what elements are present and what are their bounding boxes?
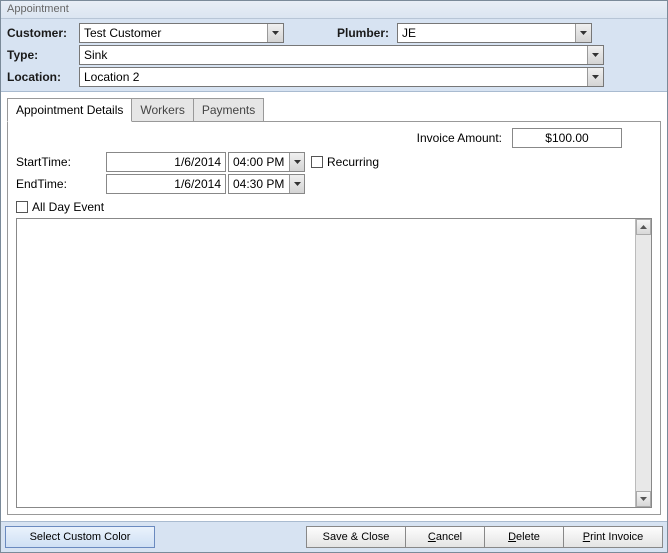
plumber-value: JE — [398, 24, 575, 42]
scroll-down-icon[interactable] — [636, 491, 651, 507]
start-time-label: StartTime: — [16, 155, 106, 169]
cancel-button[interactable]: Cancel — [405, 526, 485, 548]
window-title: Appointment — [1, 1, 667, 19]
print-invoice-button[interactable]: Print Invoice — [563, 526, 663, 548]
customer-value: Test Customer — [80, 24, 267, 42]
start-date-field[interactable]: 1/6/2014 — [106, 152, 226, 172]
start-time-field[interactable]: 04:00 PM — [228, 152, 305, 172]
all-day-label: All Day Event — [32, 200, 104, 214]
plumber-label: Plumber: — [312, 26, 397, 40]
invoice-amount-field[interactable]: $100.00 — [512, 128, 622, 148]
recurring-checkbox[interactable]: Recurring — [311, 155, 379, 169]
invoice-amount-label: Invoice Amount: — [417, 131, 502, 145]
recurring-label: Recurring — [327, 155, 379, 169]
end-time-field[interactable]: 04:30 PM — [228, 174, 305, 194]
tab-payments[interactable]: Payments — [193, 98, 264, 122]
end-time-label: EndTime: — [16, 177, 106, 191]
location-combo[interactable]: Location 2 — [79, 67, 604, 87]
tab-appointment-details[interactable]: Appointment Details — [7, 98, 132, 122]
location-value: Location 2 — [80, 68, 587, 86]
delete-button[interactable]: Delete — [484, 526, 564, 548]
customer-label: Customer: — [7, 26, 79, 40]
end-date-field[interactable]: 1/6/2014 — [106, 174, 226, 194]
select-custom-color-button[interactable]: Select Custom Color — [5, 526, 155, 548]
plumber-combo[interactable]: JE — [397, 23, 592, 43]
type-value: Sink — [80, 46, 587, 64]
type-label: Type: — [7, 48, 79, 62]
footer-bar: Select Custom Color Save & Close Cancel … — [1, 521, 667, 552]
checkbox-icon — [311, 156, 323, 168]
checkbox-icon — [16, 201, 28, 213]
tab-workers[interactable]: Workers — [131, 98, 193, 122]
start-time-value: 04:00 PM — [229, 153, 289, 171]
tab-page-details: Invoice Amount: $100.00 StartTime: 1/6/2… — [7, 121, 661, 515]
end-time-value: 04:30 PM — [229, 175, 289, 193]
chevron-down-icon[interactable] — [587, 68, 603, 86]
chevron-down-icon[interactable] — [267, 24, 283, 42]
chevron-down-icon[interactable] — [575, 24, 591, 42]
chevron-down-icon[interactable] — [289, 175, 304, 193]
scroll-up-icon[interactable] — [636, 219, 651, 235]
header-panel: Customer: Test Customer Plumber: JE Type… — [1, 19, 667, 92]
type-combo[interactable]: Sink — [79, 45, 604, 65]
chevron-down-icon[interactable] — [289, 153, 304, 171]
chevron-down-icon[interactable] — [587, 46, 603, 64]
customer-combo[interactable]: Test Customer — [79, 23, 284, 43]
location-label: Location: — [7, 70, 79, 84]
save-close-button[interactable]: Save & Close — [306, 526, 406, 548]
scrollbar[interactable] — [635, 219, 651, 507]
all-day-checkbox[interactable]: All Day Event — [16, 200, 652, 214]
body-panel: Appointment Details Workers Payments Inv… — [1, 92, 667, 521]
tab-strip: Appointment Details Workers Payments — [7, 98, 661, 122]
appointment-window: Appointment Customer: Test Customer Plum… — [0, 0, 668, 553]
notes-textarea[interactable] — [16, 218, 652, 508]
